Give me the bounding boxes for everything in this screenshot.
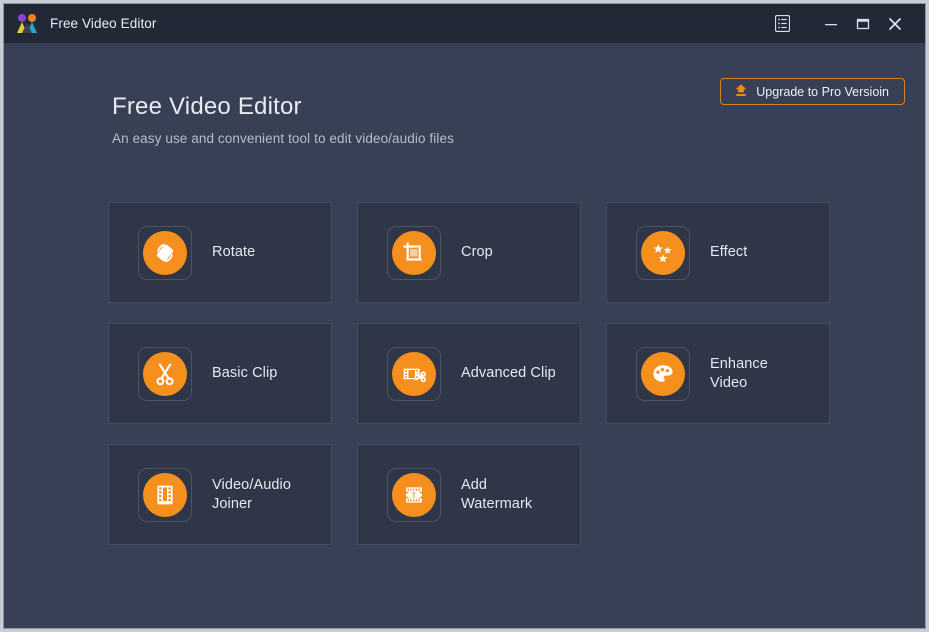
tool-card-label: Basic Clip (212, 365, 278, 381)
tool-card-add-watermark[interactable]: T Add Watermark (357, 444, 581, 545)
main-content: Free Video Editor An easy use and conven… (4, 43, 925, 628)
maximize-button[interactable] (847, 9, 879, 39)
tool-card-basic-clip[interactable]: Basic Clip (108, 323, 332, 424)
page-title: Free Video Editor (112, 93, 302, 120)
icon-tile (138, 225, 192, 280)
close-button[interactable] (879, 9, 911, 39)
icon-tile (138, 467, 192, 522)
watermark-text-icon: T (392, 472, 436, 517)
app-window: Free Video Editor Free Video Editor An e… (3, 3, 926, 629)
crop-icon (392, 230, 436, 275)
upgrade-button-label: Upgrade to Pro Versioin (756, 84, 889, 99)
tool-card-label: Crop (461, 244, 493, 260)
scissors-icon (143, 351, 187, 396)
icon-tile (636, 225, 690, 280)
film-scissors-icon (392, 351, 436, 396)
tool-card-label: Rotate (212, 244, 256, 260)
tool-card-label: Add Watermark (461, 476, 533, 512)
tool-card-label: Advanced Clip (461, 365, 556, 381)
stars-effect-icon (641, 230, 685, 275)
icon-tile (387, 225, 441, 280)
tool-card-label: Effect (710, 244, 748, 260)
icon-tile (636, 346, 690, 401)
tool-card-enhance-video[interactable]: Enhance Video (606, 323, 830, 424)
tool-card-video-audio-joiner[interactable]: Video/Audio Joiner (108, 444, 332, 545)
tool-card-rotate[interactable]: Rotate (108, 202, 332, 303)
window-controls (766, 4, 925, 43)
tool-card-effect[interactable]: Effect (606, 202, 830, 303)
icon-tile: T (387, 467, 441, 522)
grid-empty-cell (606, 444, 830, 545)
film-reel-icon (143, 472, 187, 517)
minimize-button[interactable] (815, 9, 847, 39)
menu-button[interactable] (766, 9, 798, 39)
tools-grid: Rotate Crop Effect Basic Clip Advanced C… (108, 202, 830, 545)
title-bar: Free Video Editor (4, 4, 925, 43)
svg-text:T: T (412, 491, 417, 499)
rotate-icon (143, 230, 187, 275)
upgrade-arrow-icon (734, 83, 748, 100)
palette-icon (641, 351, 685, 396)
tool-card-advanced-clip[interactable]: Advanced Clip (357, 323, 581, 424)
tool-card-label: Video/Audio Joiner (212, 476, 292, 512)
app-logo-icon (17, 13, 38, 34)
header-block: Free Video Editor An easy use and conven… (112, 93, 454, 146)
icon-tile (387, 346, 441, 401)
tool-card-crop[interactable]: Crop (357, 202, 581, 303)
page-subtitle: An easy use and convenient tool to edit … (112, 131, 454, 146)
window-title: Free Video Editor (50, 16, 157, 31)
tool-card-label: Enhance Video (710, 355, 768, 391)
icon-tile (138, 346, 192, 401)
upgrade-to-pro-button[interactable]: Upgrade to Pro Versioin (720, 78, 905, 105)
